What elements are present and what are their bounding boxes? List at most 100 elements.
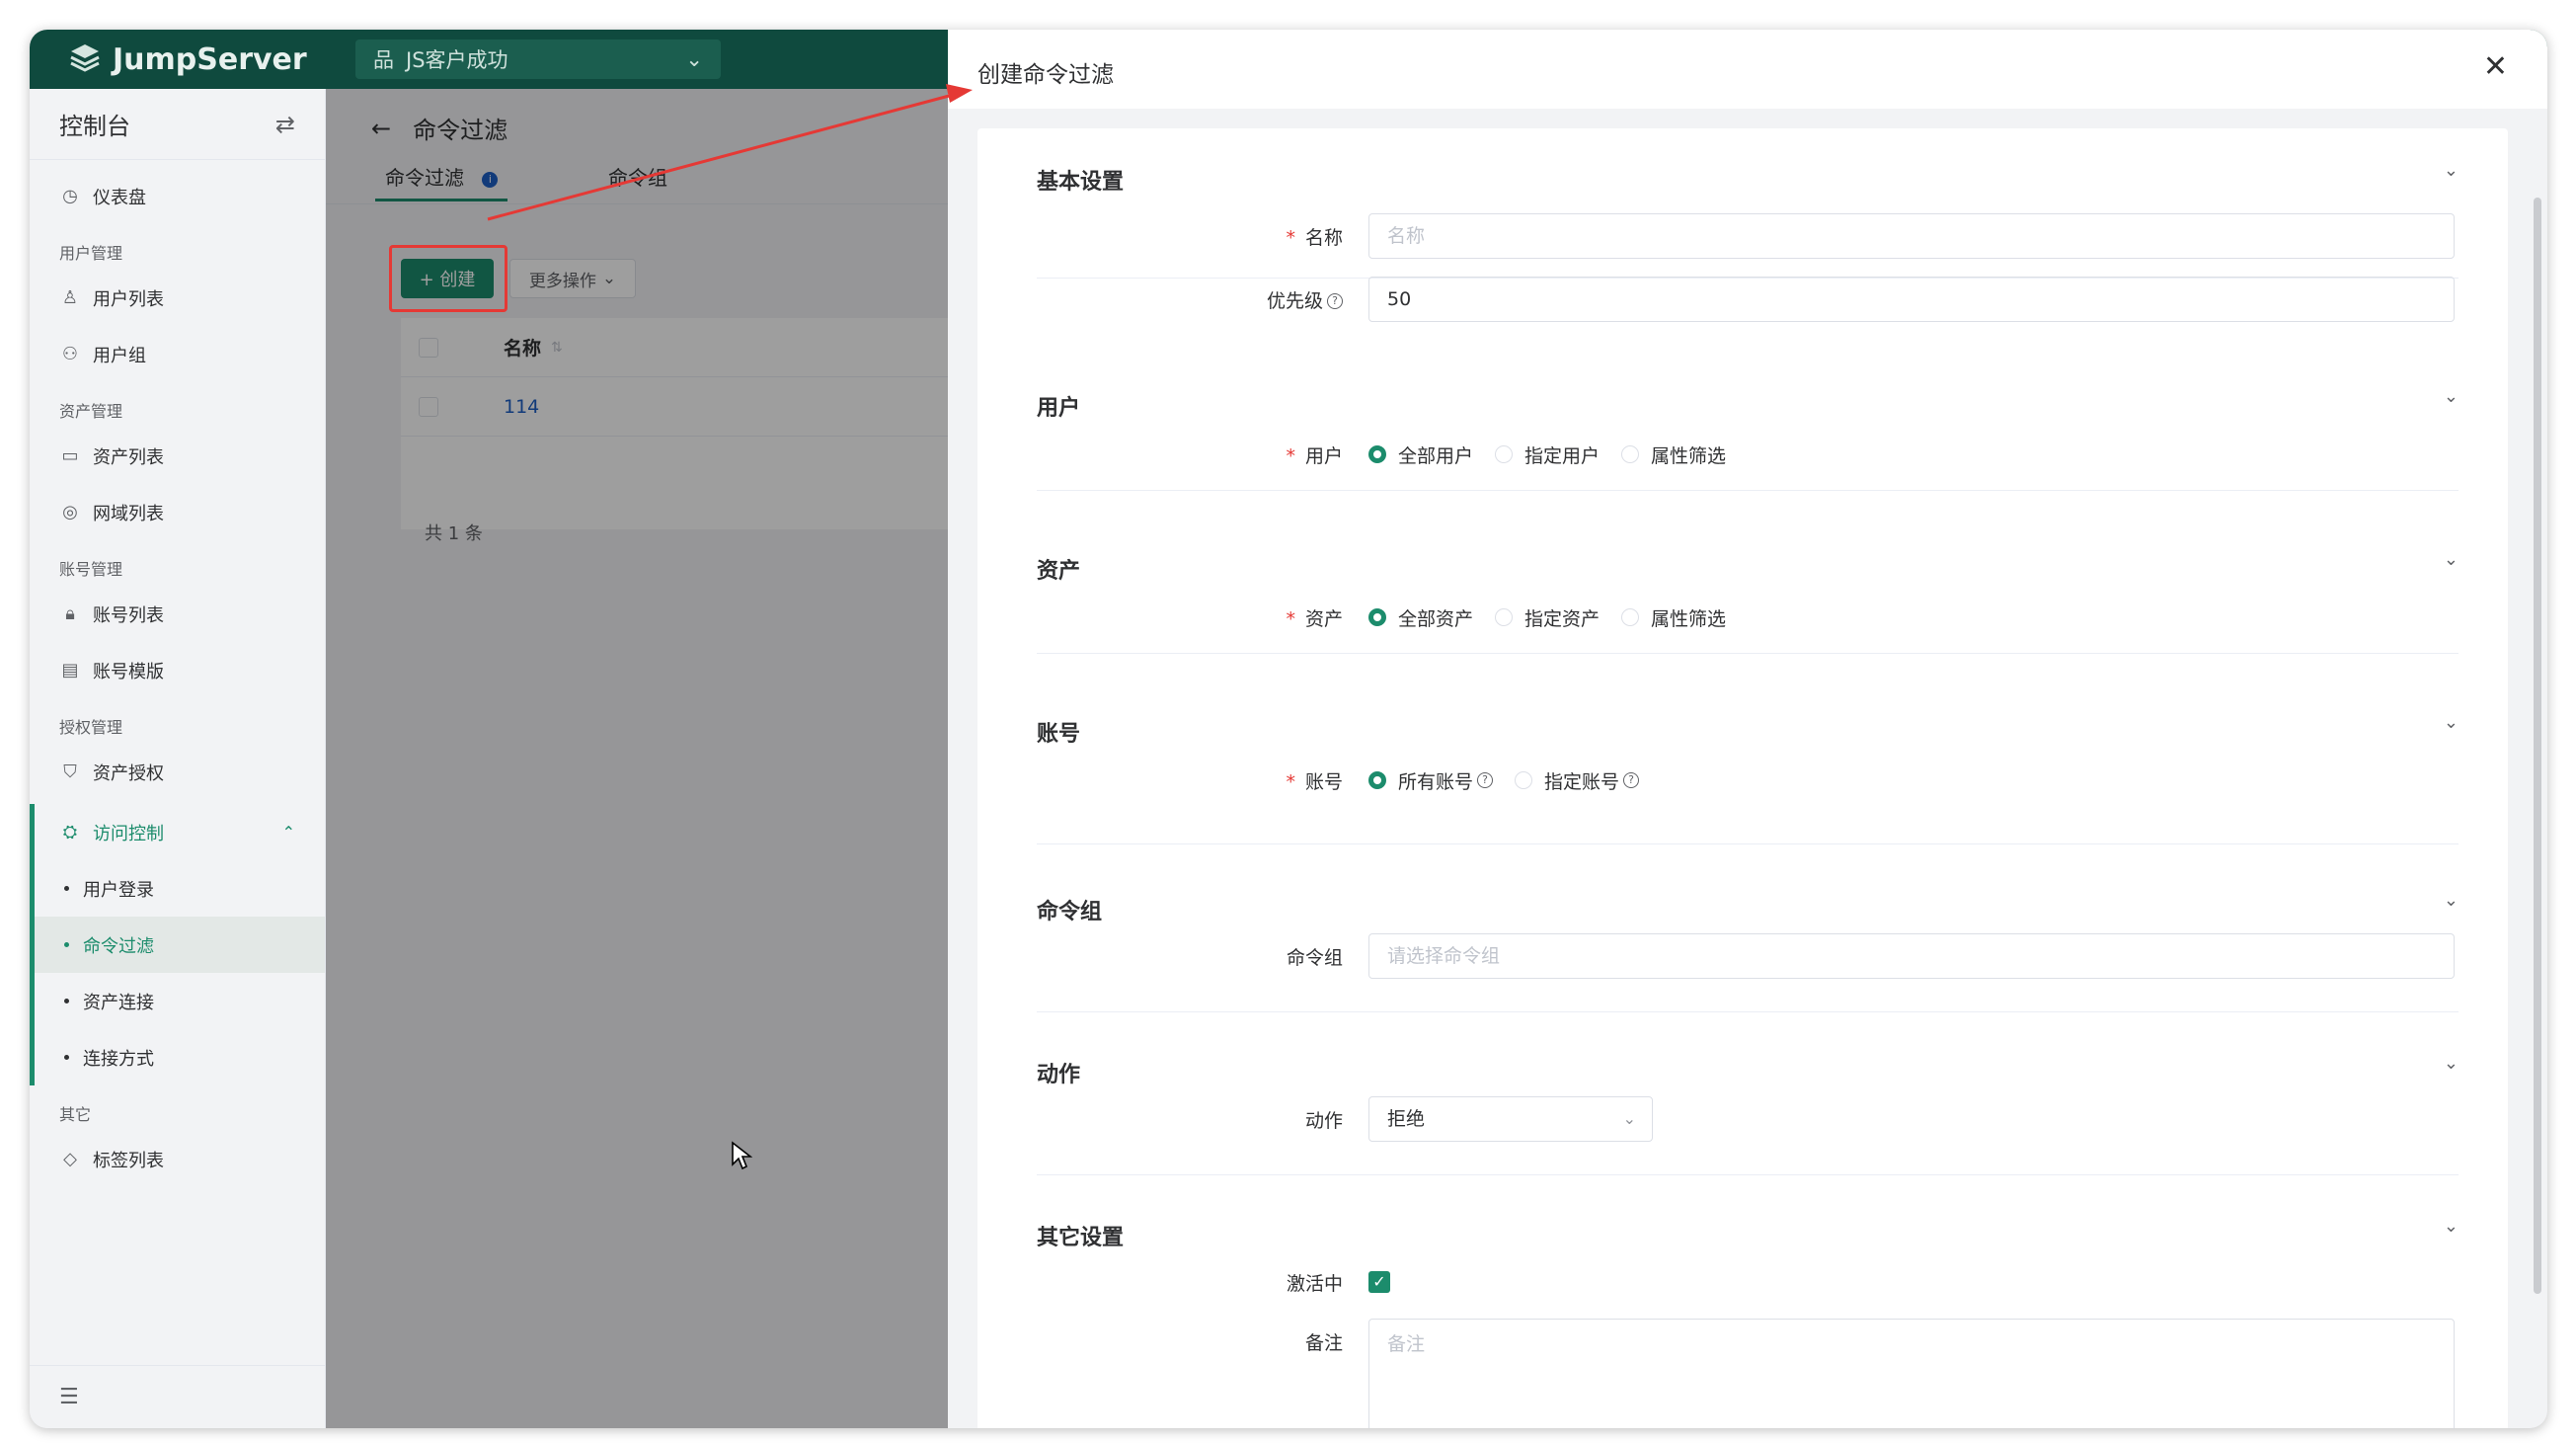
radio-attribute-filter-users[interactable]: 属性筛选: [1621, 441, 1726, 468]
group-title-other: 其它: [59, 1105, 92, 1124]
sidebar-item-label: 标签列表: [93, 1150, 164, 1171]
close-icon[interactable]: ✕: [2483, 49, 2508, 84]
radio-all-accounts[interactable]: 所有账号?: [1368, 767, 1494, 794]
section-other: 其它设置 ⌄ 激活中 ✓ 备注 备注: [1037, 1216, 2459, 1428]
menu-collapse-icon: ☰: [59, 1385, 79, 1409]
comment-textarea[interactable]: 备注: [1368, 1319, 2455, 1428]
chevron-down-icon[interactable]: ⌄: [2444, 1053, 2459, 1074]
name-input[interactable]: 名称: [1368, 213, 2455, 259]
sidebar-subitem-user-login[interactable]: 用户登录: [35, 860, 325, 917]
field-users: * 用户 全部用户 指定用户 属性筛选: [1037, 432, 2459, 477]
field-assets: * 资产 全部资产 指定资产 属性筛选: [1037, 595, 2459, 640]
brand-name: JumpServer: [113, 41, 307, 77]
section-title: 账号: [1037, 722, 1081, 747]
chevron-down-icon[interactable]: ⌄: [2444, 386, 2459, 407]
template-icon: ▤: [61, 660, 79, 681]
section-action: 动作 ⌄ 动作 拒绝 ⌄: [1037, 1053, 2459, 1175]
active-checkbox[interactable]: ✓: [1368, 1271, 1390, 1293]
user-group-icon: ⚇: [61, 344, 79, 364]
radio-specified-accounts[interactable]: 指定账号?: [1515, 767, 1640, 794]
radio-attribute-filter-assets[interactable]: 属性筛选: [1621, 604, 1726, 631]
sidebar-title: 控制台: [59, 113, 130, 140]
sidebar-item-label: 资产授权: [93, 762, 164, 784]
assets-radio-group: 全部资产 指定资产 属性筛选: [1368, 604, 1748, 631]
command-group-select[interactable]: 请选择命令组: [1368, 933, 2455, 979]
sidebar-item-account-list[interactable]: 🔒︎ 账号列表: [30, 586, 325, 642]
sidebar-item-asset-permission[interactable]: ⛉ 资产授权: [30, 744, 325, 800]
group-title-account-management: 账号管理: [59, 560, 123, 579]
sidebar-item-label: 访问控制: [93, 823, 164, 844]
radio-all-assets[interactable]: 全部资产: [1368, 604, 1473, 631]
chevron-down-icon[interactable]: ⌄: [2444, 549, 2459, 570]
field-label: * 名称: [1286, 226, 1343, 249]
sidebar-item-access-control[interactable]: ⛭ 访问控制 ⌃: [30, 804, 325, 860]
annotation-highlight-box: [389, 245, 507, 312]
switch-view-icon[interactable]: ⇄: [275, 111, 295, 138]
section-users: 用户 ⌄ * 用户 全部用户 指定用户 属性筛选: [1037, 386, 2459, 491]
sidebar-item-user-list[interactable]: ♙ 用户列表: [30, 270, 325, 326]
field-command-group: 命令组 请选择命令组: [1037, 933, 2459, 979]
field-label: 备注: [1304, 1331, 1343, 1354]
group-title-user-management: 用户管理: [59, 244, 123, 263]
field-label: * 账号: [1286, 770, 1343, 793]
chevron-down-icon[interactable]: ⌄: [2444, 890, 2459, 911]
chevron-down-icon[interactable]: ⌄: [2444, 1216, 2459, 1237]
section-title: 其它设置: [1037, 1226, 1125, 1250]
field-label: 优先级?: [1267, 286, 1343, 313]
sidebar-item-label: 资产连接: [83, 992, 154, 1013]
field-label: 动作: [1304, 1109, 1343, 1132]
sidebar-item-label: 资产列表: [93, 446, 164, 468]
section-basic: 基本设置 ⌄ * 名称 名称 优先级? 50: [1037, 160, 2459, 322]
field-label: 命令组: [1286, 946, 1343, 969]
shield-icon: ⛉: [63, 762, 77, 782]
action-select[interactable]: 拒绝 ⌄: [1368, 1096, 1653, 1142]
sidebar-item-account-template[interactable]: ▤ 账号模版: [30, 642, 325, 698]
sidebar-item-label-list[interactable]: ◇ 标签列表: [30, 1131, 325, 1187]
sidebar-header: 控制台 ⇄: [30, 89, 325, 160]
section-title: 基本设置: [1037, 170, 1125, 195]
accounts-radio-group: 所有账号? 指定账号?: [1368, 767, 1661, 794]
sidebar-item-label: 账号模版: [93, 661, 164, 682]
sidebar: 控制台 ⇄ ◷ 仪表盘 用户管理 ♙ 用户列表 ⚇ 用户组 资产管理 ▭ 资产列…: [30, 89, 326, 1428]
sidebar-item-zone-list[interactable]: ◎ 网域列表: [30, 484, 325, 540]
dashboard-icon: ◷: [62, 186, 78, 206]
group-title-permission-management: 授权管理: [59, 718, 123, 737]
sidebar-item-label: 用户登录: [83, 879, 154, 901]
help-icon[interactable]: ?: [1477, 772, 1494, 788]
field-accounts: * 账号 所有账号? 指定账号?: [1037, 758, 2459, 803]
drawer-scrollbar[interactable]: [2534, 198, 2541, 1294]
chevron-down-icon[interactable]: ⌄: [2444, 160, 2459, 181]
sidebar-item-user-group[interactable]: ⚇ 用户组: [30, 326, 325, 382]
radio-all-users[interactable]: 全部用户: [1368, 441, 1473, 468]
section-assets: 资产 ⌄ * 资产 全部资产 指定资产 属性筛选: [1037, 549, 2459, 654]
help-icon[interactable]: ?: [1623, 772, 1640, 788]
sidebar-subitem-asset-connect[interactable]: 资产连接: [35, 973, 325, 1029]
priority-input[interactable]: 50: [1368, 277, 2455, 322]
sidebar-item-dashboard[interactable]: ◷ 仪表盘: [30, 168, 325, 224]
field-label: * 资产: [1286, 607, 1343, 630]
section-title: 用户: [1037, 396, 1081, 421]
radio-specified-assets[interactable]: 指定资产: [1495, 604, 1600, 631]
organization-select[interactable]: 品 JS客户成功 ⌄: [355, 40, 721, 79]
sidebar-item-asset-list[interactable]: ▭ 资产列表: [30, 428, 325, 484]
brand-logo[interactable]: JumpServer: [67, 41, 307, 77]
help-icon[interactable]: ?: [1327, 293, 1343, 309]
section-title: 命令组: [1037, 900, 1103, 924]
section-command-group: 命令组 ⌄ 命令组 请选择命令组: [1037, 890, 2459, 1012]
chevron-down-icon: ⌄: [685, 47, 703, 71]
monitor-icon: ▭: [61, 445, 79, 466]
radio-specified-users[interactable]: 指定用户: [1495, 441, 1600, 468]
bullet-icon: [64, 1055, 69, 1060]
section-accounts: 账号 ⌄ * 账号 所有账号? 指定账号?: [1037, 712, 2459, 844]
sidebar-subitem-command-filter[interactable]: 命令过滤: [35, 917, 325, 973]
sidebar-item-label: 命令过滤: [83, 935, 154, 957]
users-radio-group: 全部用户 指定用户 属性筛选: [1368, 441, 1748, 468]
drawer-title: 创建命令过滤: [977, 62, 1114, 88]
sidebar-collapse-toggle[interactable]: ☰: [30, 1365, 325, 1428]
access-control-submenu: 用户登录 命令过滤 资产连接 连接方式: [30, 860, 325, 1085]
sidebar-subitem-connect-method[interactable]: 连接方式: [35, 1029, 325, 1085]
chevron-down-icon[interactable]: ⌄: [2444, 712, 2459, 733]
section-title: 动作: [1037, 1063, 1081, 1087]
field-active: 激活中 ✓: [1037, 1259, 2459, 1305]
sidebar-item-label: 仪表盘: [93, 187, 146, 208]
